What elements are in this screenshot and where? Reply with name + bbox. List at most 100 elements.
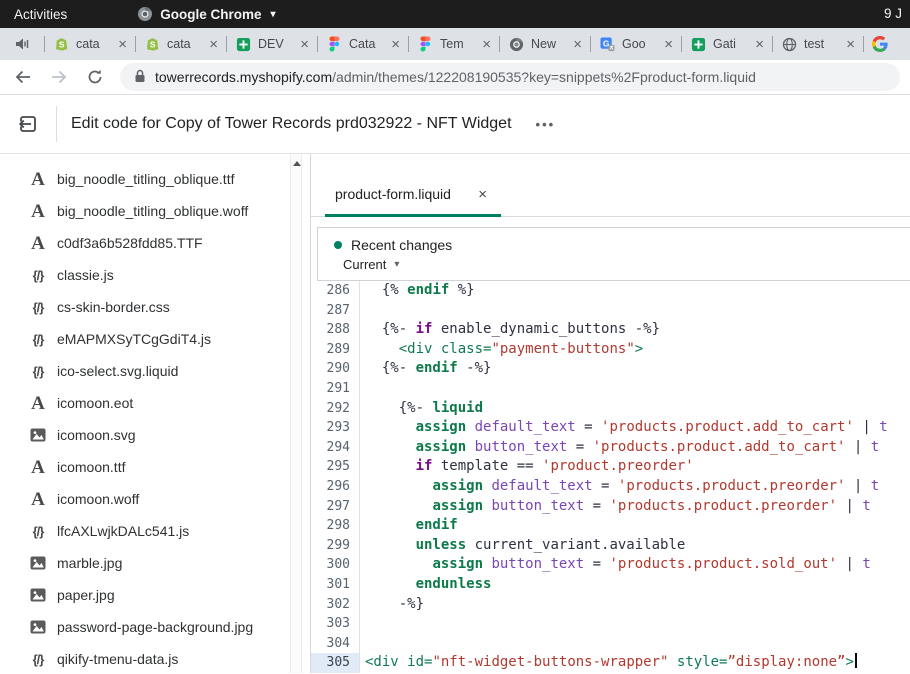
file-name: ico-select.svg.liquid xyxy=(57,363,178,379)
file-item-c0df3a6b528fdd85.TTF[interactable]: Ac0df3a6b528fdd85.TTF xyxy=(0,227,290,259)
code-line-288[interactable]: 288 {%- if enable_dynamic_buttons -%} xyxy=(311,320,910,340)
chrome-logo-icon xyxy=(137,6,153,22)
tab-close-icon[interactable]: × xyxy=(662,37,675,52)
code-line-302[interactable]: 302 -%} xyxy=(311,595,910,615)
code-line-text xyxy=(360,614,365,634)
browser-tab-google[interactable] xyxy=(863,28,909,60)
line-number: 290 xyxy=(311,359,360,379)
reload-button[interactable] xyxy=(84,66,106,88)
file-item-icomoon.ttf[interactable]: Aicomoon.ttf xyxy=(0,451,290,483)
google-icon xyxy=(872,36,888,52)
file-item-icomoon.svg[interactable]: icomoon.svg xyxy=(0,419,290,451)
line-number: 301 xyxy=(311,575,360,595)
tab-title: Gati xyxy=(713,37,749,51)
code-line-297[interactable]: 297 assign button_text = 'products.produ… xyxy=(311,497,910,517)
code-line-303[interactable]: 303 xyxy=(311,614,910,634)
code-line-295[interactable]: 295 if template == 'product.preorder' xyxy=(311,457,910,477)
back-button[interactable] xyxy=(12,66,34,88)
exit-code-editor-button[interactable] xyxy=(0,113,56,135)
code-line-296[interactable]: 296 assign default_text = 'products.prod… xyxy=(311,477,910,497)
line-number: 299 xyxy=(311,536,360,556)
file-item-icomoon.eot[interactable]: Aicomoon.eot xyxy=(0,387,290,419)
file-item-lfcAXLwjkDALc541.js[interactable]: {/}lfcAXLwjkDALc541.js xyxy=(0,515,290,547)
app-menu[interactable]: Google Chrome ▾ xyxy=(137,6,275,22)
tab-title: Tem xyxy=(440,37,476,51)
browser-tab-cata[interactable]: Scata× xyxy=(135,28,226,60)
file-item-partial[interactable]: A xyxy=(0,154,290,163)
code-line-304[interactable]: 304 xyxy=(311,634,910,654)
file-item-big_noodle_titling_oblique.woff[interactable]: Abig_noodle_titling_oblique.woff xyxy=(0,195,290,227)
activities-button[interactable]: Activities xyxy=(0,7,81,22)
line-number: 287 xyxy=(311,301,360,321)
file-item-cs-skin-border.css[interactable]: {/}cs-skin-border.css xyxy=(0,291,290,323)
code-line-text: {%- liquid xyxy=(360,399,483,419)
browser-tab-Tem[interactable]: Tem × xyxy=(408,28,499,60)
chrome-gray-icon xyxy=(508,36,524,52)
tab-close-icon[interactable]: × xyxy=(207,37,220,52)
tab-close-icon[interactable]: × xyxy=(844,37,857,52)
version-dropdown[interactable]: Current ▾ xyxy=(343,257,910,272)
translate-icon: G xyxy=(599,36,615,52)
page-title: Edit code for Copy of Tower Records prd0… xyxy=(71,115,512,133)
tab-close-icon[interactable]: × xyxy=(480,37,493,52)
more-actions-button[interactable]: ••• xyxy=(530,113,562,136)
code-line-299[interactable]: 299 unless current_variant.available xyxy=(311,536,910,556)
code-icon: {/} xyxy=(27,652,49,667)
file-item-paper.jpg[interactable]: paper.jpg xyxy=(0,579,290,611)
code-line-293[interactable]: 293 assign default_text = 'products.prod… xyxy=(311,418,910,438)
browser-tab-DEV[interactable]: DEV× xyxy=(226,28,317,60)
file-item-marble.jpg[interactable]: marble.jpg xyxy=(0,547,290,579)
code-text-area[interactable]: 286 {% endif %}287288 {%- if enable_dyna… xyxy=(311,281,910,673)
browser-tab-New[interactable]: New× xyxy=(499,28,590,60)
address-bar[interactable]: towerrecords.myshopify.com/admin/themes/… xyxy=(120,63,900,91)
tab-close-icon[interactable]: × xyxy=(298,37,311,52)
file-item-icomoon.woff[interactable]: Aicomoon.woff xyxy=(0,483,290,515)
active-tab-underline xyxy=(325,214,501,217)
scroll-up-arrow-icon[interactable] xyxy=(293,161,301,166)
editor-tab-product-form[interactable]: product-form.liquid × xyxy=(325,172,501,216)
code-line-298[interactable]: 298 endif xyxy=(311,516,910,536)
font-icon: A xyxy=(27,458,49,477)
tab-audio-icon[interactable] xyxy=(0,37,44,51)
code-line-text: -%} xyxy=(360,595,424,615)
code-line-text xyxy=(360,379,365,399)
tab-title: Goo xyxy=(622,37,658,51)
tab-close-icon[interactable]: × xyxy=(389,37,402,52)
tab-close-icon[interactable]: × xyxy=(753,37,766,52)
code-line-text: assign default_text = 'products.product.… xyxy=(360,477,879,497)
tab-close-icon[interactable]: × xyxy=(571,37,584,52)
code-icon: {/} xyxy=(27,524,49,539)
line-number: 292 xyxy=(311,399,360,419)
line-number: 297 xyxy=(311,497,360,517)
code-line-286[interactable]: 286 {% endif %} xyxy=(311,281,910,301)
file-item-classie.js[interactable]: {/}classie.js xyxy=(0,259,290,291)
file-item-eMAPMXSyTCgGdiT4.js[interactable]: {/}eMAPMXSyTCgGdiT4.js xyxy=(0,323,290,355)
code-line-294[interactable]: 294 assign button_text = 'products.produ… xyxy=(311,438,910,458)
file-item-password-page-background.jpg[interactable]: password-page-background.jpg xyxy=(0,611,290,643)
browser-tab-test[interactable]: test× xyxy=(772,28,863,60)
browser-tab-Cata[interactable]: Cata× xyxy=(317,28,408,60)
editor-tab-close-icon[interactable]: × xyxy=(478,186,487,203)
code-line-305[interactable]: 305<div id="nft-widget-buttons-wrapper" … xyxy=(311,653,910,673)
code-line-301[interactable]: 301 endunless xyxy=(311,575,910,595)
forward-button[interactable] xyxy=(48,66,70,88)
sheets-icon xyxy=(690,36,706,52)
editor-tab-label: product-form.liquid xyxy=(335,186,451,202)
code-line-291[interactable]: 291 xyxy=(311,379,910,399)
browser-tab-cata[interactable]: Scata× xyxy=(44,28,135,60)
file-item-ico-select.svg.liquid[interactable]: {/}ico-select.svg.liquid xyxy=(0,355,290,387)
file-item-qikify-tmenu-data.js[interactable]: {/}qikify-tmenu-data.js xyxy=(0,643,290,673)
code-line-287[interactable]: 287 xyxy=(311,301,910,321)
code-line-289[interactable]: 289 <div class="payment-buttons"> xyxy=(311,340,910,360)
file-item-big_noodle_titling_oblique.ttf[interactable]: Abig_noodle_titling_oblique.ttf xyxy=(0,163,290,195)
font-icon: A xyxy=(27,490,49,509)
sidebar-scrollbar[interactable] xyxy=(290,154,302,673)
browser-tab-Gati[interactable]: Gati × xyxy=(681,28,772,60)
tab-close-icon[interactable]: × xyxy=(116,37,129,52)
globe-icon xyxy=(781,36,797,52)
code-line-300[interactable]: 300 assign button_text = 'products.produ… xyxy=(311,555,910,575)
code-line-290[interactable]: 290 {%- endif -%} xyxy=(311,359,910,379)
clock[interactable]: 9 J xyxy=(884,0,910,28)
browser-tab-Goo[interactable]: G Goo × xyxy=(590,28,681,60)
code-line-292[interactable]: 292 {%- liquid xyxy=(311,399,910,419)
